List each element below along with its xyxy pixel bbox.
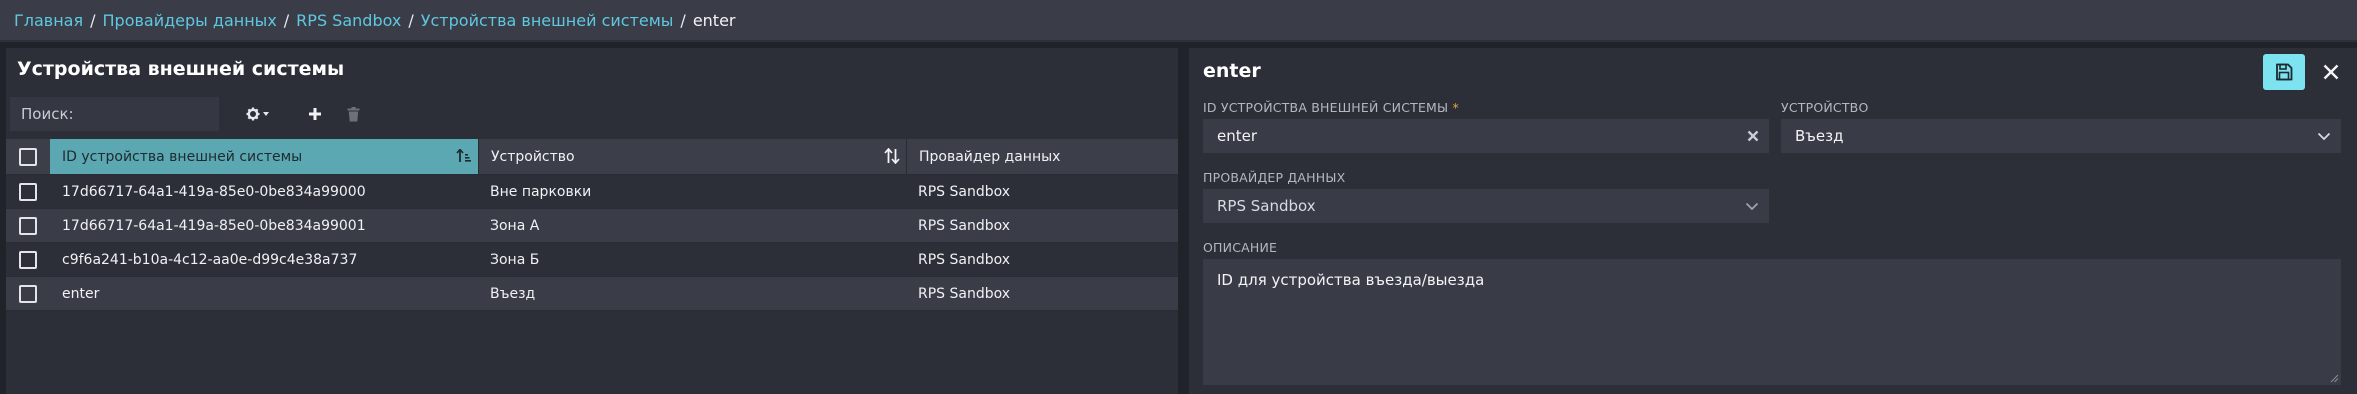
table-row[interactable]: c9f6a241-b10a-4c12-aa0e-d99c4e38a737 Зон… — [6, 243, 1178, 277]
provider-select-value: RPS Sandbox — [1217, 197, 1316, 215]
device-detail-panel: enter ID УСТРОЙСТВА ВНЕШНЕЙ СИСТЕМЫ * en… — [1189, 48, 2357, 394]
row-id-cell: enter — [62, 285, 100, 302]
row-checkbox[interactable] — [19, 216, 37, 235]
device-dropdown-toggle[interactable] — [2317, 119, 2331, 153]
column-header-device[interactable]: Устройство — [478, 139, 906, 174]
row-checkbox[interactable] — [19, 182, 37, 201]
row-id-cell: c9f6a241-b10a-4c12-aa0e-d99c4e38a737 — [62, 251, 358, 268]
row-device-cell: Вне парковки — [490, 183, 592, 200]
plus-icon — [309, 108, 321, 120]
required-mark: * — [1452, 100, 1459, 115]
breadcrumb-link-devices[interactable]: Устройства внешней системы — [421, 11, 674, 30]
column-header-provider[interactable]: Провайдер данных — [906, 139, 1178, 174]
row-select-cell — [6, 243, 50, 276]
device-field-label: УСТРОЙСТВО — [1781, 100, 1869, 115]
column-header-id[interactable]: ID устройства внешней системы — [50, 139, 478, 174]
column-header-device-label: Устройство — [491, 148, 575, 165]
row-provider-cell: RPS Sandbox — [918, 217, 1011, 234]
row-checkbox[interactable] — [19, 284, 37, 303]
row-checkbox[interactable] — [19, 250, 37, 269]
breadcrumb-separator: / — [680, 10, 686, 30]
provider-field-label: ПРОВАЙДЕР ДАННЫХ — [1203, 170, 1346, 185]
breadcrumb-link-providers[interactable]: Провайдеры данных — [103, 11, 277, 30]
description-field-label: ОПИСАНИЕ — [1203, 240, 1278, 255]
resize-handle-icon[interactable] — [2330, 374, 2339, 383]
add-button[interactable] — [302, 97, 328, 131]
id-clear-button[interactable] — [1747, 119, 1759, 153]
caret-down-icon — [263, 112, 269, 116]
list-title: Устройства внешней системы — [17, 58, 345, 80]
row-select-cell — [6, 277, 50, 310]
select-all-checkbox[interactable] — [19, 147, 37, 166]
breadcrumb-current: enter — [692, 10, 736, 30]
provider-dropdown-toggle[interactable] — [1745, 189, 1759, 223]
sort-icon — [884, 148, 900, 164]
settings-menu-button[interactable] — [242, 97, 276, 131]
row-select-cell — [6, 209, 50, 242]
list-toolbar: Поиск: — [6, 97, 1178, 133]
devices-table: ID устройства внешней системы Устройство — [6, 139, 1178, 311]
device-select[interactable]: Въезд — [1781, 119, 2341, 153]
row-device-cell: Въезд — [490, 285, 536, 302]
id-field[interactable]: enter — [1203, 119, 1769, 153]
breadcrumb-link-provider[interactable]: RPS Sandbox — [296, 11, 401, 30]
select-all-cell — [6, 139, 50, 174]
delete-button[interactable] — [340, 97, 366, 131]
clear-x-icon — [1747, 130, 1759, 142]
row-provider-cell: RPS Sandbox — [918, 285, 1011, 302]
table-header: ID устройства внешней системы Устройство — [6, 139, 1178, 175]
row-device-cell: Зона А — [490, 217, 540, 234]
description-textarea[interactable]: ID для устройства въезда/выезда — [1203, 259, 2341, 385]
breadcrumb-separator: / — [408, 10, 414, 30]
provider-select[interactable]: RPS Sandbox — [1203, 189, 1769, 223]
row-select-cell — [6, 175, 50, 208]
search-input[interactable]: Поиск: — [10, 97, 219, 131]
row-id-cell: 17d66717-64a1-419a-85e0-0be834a99001 — [62, 217, 366, 234]
close-icon — [2323, 64, 2339, 80]
chevron-down-icon — [2317, 132, 2331, 140]
gear-icon — [246, 107, 269, 121]
row-provider-cell: RPS Sandbox — [918, 251, 1011, 268]
device-select-value: Въезд — [1795, 127, 1844, 145]
close-button[interactable] — [2318, 59, 2344, 85]
table-row[interactable]: 17d66717-64a1-419a-85e0-0be834a99000 Вне… — [6, 175, 1178, 209]
table-row-selected[interactable]: enter Въезд RPS Sandbox — [6, 277, 1178, 311]
table-row[interactable]: 17d66717-64a1-419a-85e0-0be834a99001 Зон… — [6, 209, 1178, 243]
sort-ascending-icon — [456, 149, 471, 162]
row-id-cell: 17d66717-64a1-419a-85e0-0be834a99000 — [62, 183, 366, 200]
detail-title: enter — [1203, 60, 1261, 82]
trash-icon — [347, 106, 359, 121]
breadcrumb: Главная / Провайдеры данных / RPS Sandbo… — [0, 0, 2357, 42]
column-header-provider-label: Провайдер данных — [919, 148, 1061, 165]
devices-list-panel: Устройства внешней системы Поиск: ID уст… — [6, 48, 1178, 394]
breadcrumb-separator: / — [283, 10, 290, 30]
row-device-cell: Зона Б — [490, 251, 540, 268]
id-field-value: enter — [1217, 127, 1258, 145]
id-field-label: ID УСТРОЙСТВА ВНЕШНЕЙ СИСТЕМЫ * — [1203, 100, 1459, 115]
floppy-disk-icon — [2276, 63, 2293, 81]
row-provider-cell: RPS Sandbox — [918, 183, 1011, 200]
breadcrumb-separator: / — [90, 10, 96, 30]
column-header-id-label: ID устройства внешней системы — [62, 148, 303, 165]
chevron-down-icon — [1745, 202, 1759, 210]
breadcrumb-link-home[interactable]: Главная — [14, 11, 83, 30]
description-value: ID для устройства въезда/выезда — [1217, 271, 1485, 289]
id-field-label-text: ID УСТРОЙСТВА ВНЕШНЕЙ СИСТЕМЫ — [1203, 100, 1449, 115]
save-button[interactable] — [2263, 54, 2305, 90]
